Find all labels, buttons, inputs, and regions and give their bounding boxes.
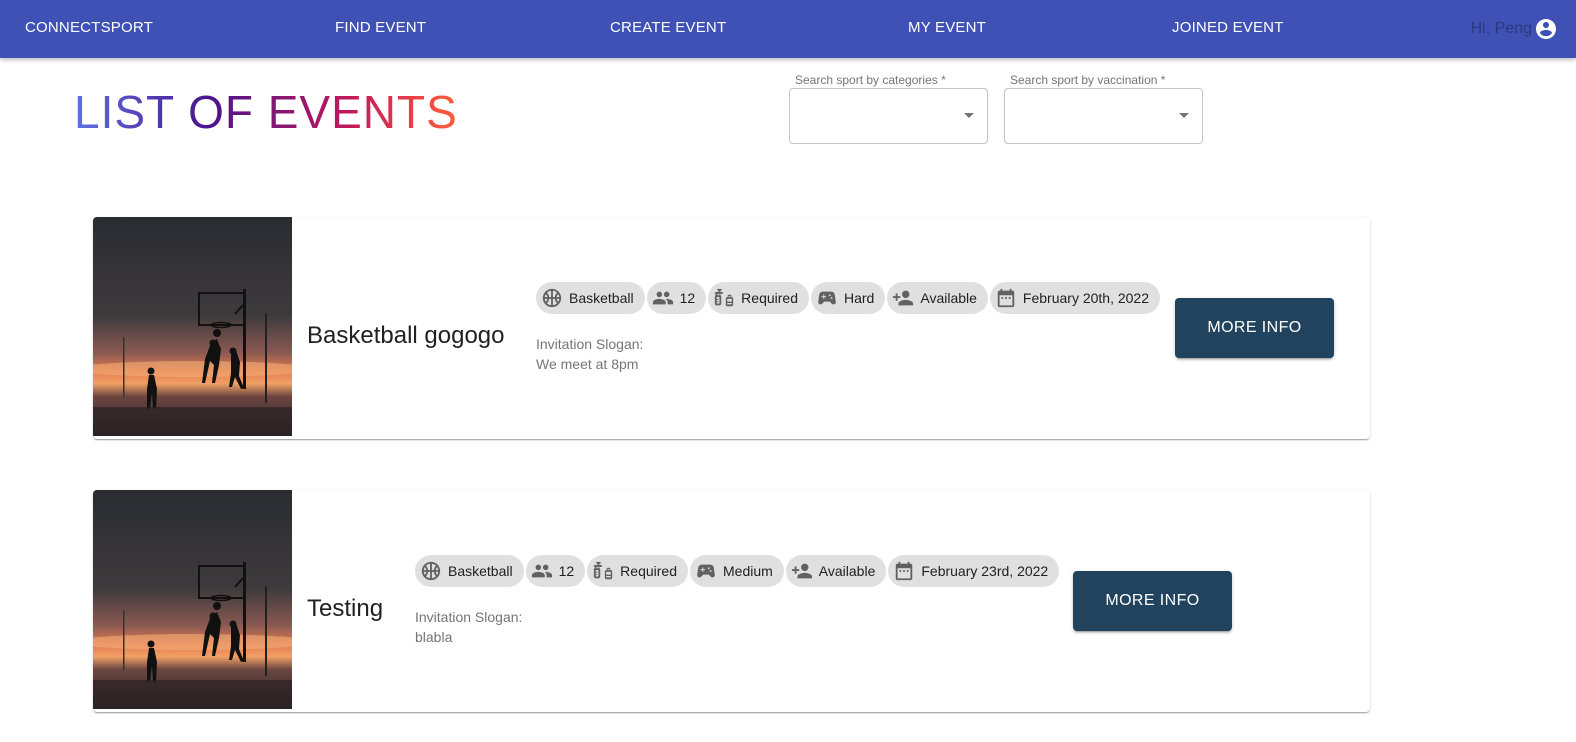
vaccination-chip-label: Required [741,290,798,306]
account-circle-icon[interactable] [1534,17,1558,41]
availability-chip-label: Available [818,563,876,579]
basketball-icon [420,560,442,582]
user-menu[interactable]: Hi, Peng [1471,17,1558,41]
date-chip-label: February 20th, 2022 [1022,290,1150,306]
availability-chip: Available [785,555,887,587]
participants-chip: 12 [646,282,707,314]
participants-chip-label: 12 [558,563,575,579]
sport-chip-label: Basketball [569,290,634,306]
difficulty-chip-label: Hard [844,290,875,306]
event-title: Basketball gogogo [307,322,505,349]
more-info-button[interactable]: MORE INFO [1073,571,1232,631]
availability-chip-label: Available [920,290,977,306]
slogan-label: Invitation Slogan: [536,336,644,352]
participants-chip: 12 [525,555,586,587]
difficulty-chip: Hard [811,282,886,314]
availability-chip: Available [887,282,988,314]
slogan-text: blabla [415,629,453,645]
sport-chip-label: Basketball [448,563,513,579]
event-chips: Basketball 12 Required Medium Available … [415,555,1060,587]
event-title: Testing [307,595,384,622]
sport-chip: Basketball [415,555,524,587]
nav-find-event[interactable]: FIND EVENT [335,19,426,36]
nav-joined-event[interactable]: JOINED EVENT [1172,19,1284,36]
date-chip: February 20th, 2022 [989,282,1161,314]
vaccination-chip-label: Required [620,563,677,579]
nav-create-event[interactable]: CREATE EVENT [610,19,726,36]
brand-link[interactable]: CONNECTSPORT [25,19,153,36]
person-add-icon [791,560,813,582]
date-chip: February 23rd, 2022 [888,555,1060,587]
category-filter-label: Search sport by categories * [795,73,946,87]
slogan-label: Invitation Slogan: [415,609,523,625]
nav-my-event[interactable]: MY EVENT [908,19,986,36]
vaccine-icon [713,287,735,309]
gamepad-icon [695,560,717,582]
vaccination-filter: Search sport by vaccination * [1004,72,1203,144]
difficulty-chip: Medium [690,555,784,587]
gamepad-icon [816,287,838,309]
event-chips: Basketball 12 Required Hard Available Fe… [536,282,1161,314]
vaccination-filter-label: Search sport by vaccination * [1010,73,1166,87]
dropdown-arrow-icon [1179,113,1189,118]
event-image [93,490,292,709]
vaccination-chip: Required [708,282,809,314]
event-slogan: Invitation Slogan: We meet at 8pm [536,334,643,374]
calendar-icon [893,560,915,582]
event-image [93,217,292,436]
date-chip-label: February 23rd, 2022 [921,563,1049,579]
event-card: Basketball gogogo Basketball 12 Required… [93,217,1370,439]
app-bar: CONNECTSPORT FIND EVENT CREATE EVENT MY … [0,0,1576,58]
page-title: LIST OF EVENTS [74,86,458,138]
sport-chip: Basketball [536,282,645,314]
vaccine-icon [592,560,614,582]
category-filter: Search sport by categories * [789,72,988,144]
category-select[interactable] [789,88,988,144]
vaccination-chip: Required [587,555,688,587]
event-slogan: Invitation Slogan: blabla [415,607,522,647]
event-card: Testing Basketball 12 Required Medium Av… [93,490,1370,712]
calendar-icon [995,287,1017,309]
person-add-icon [892,287,914,309]
dropdown-arrow-icon [964,113,974,118]
greeting-text: Hi, Peng [1470,20,1532,37]
people-icon [652,287,674,309]
difficulty-chip-label: Medium [723,563,773,579]
more-info-button[interactable]: MORE INFO [1175,298,1334,358]
basketball-icon [541,287,563,309]
participants-chip-label: 12 [679,290,696,306]
people-icon [531,560,553,582]
slogan-text: We meet at 8pm [536,356,639,372]
vaccination-select[interactable] [1004,88,1203,144]
